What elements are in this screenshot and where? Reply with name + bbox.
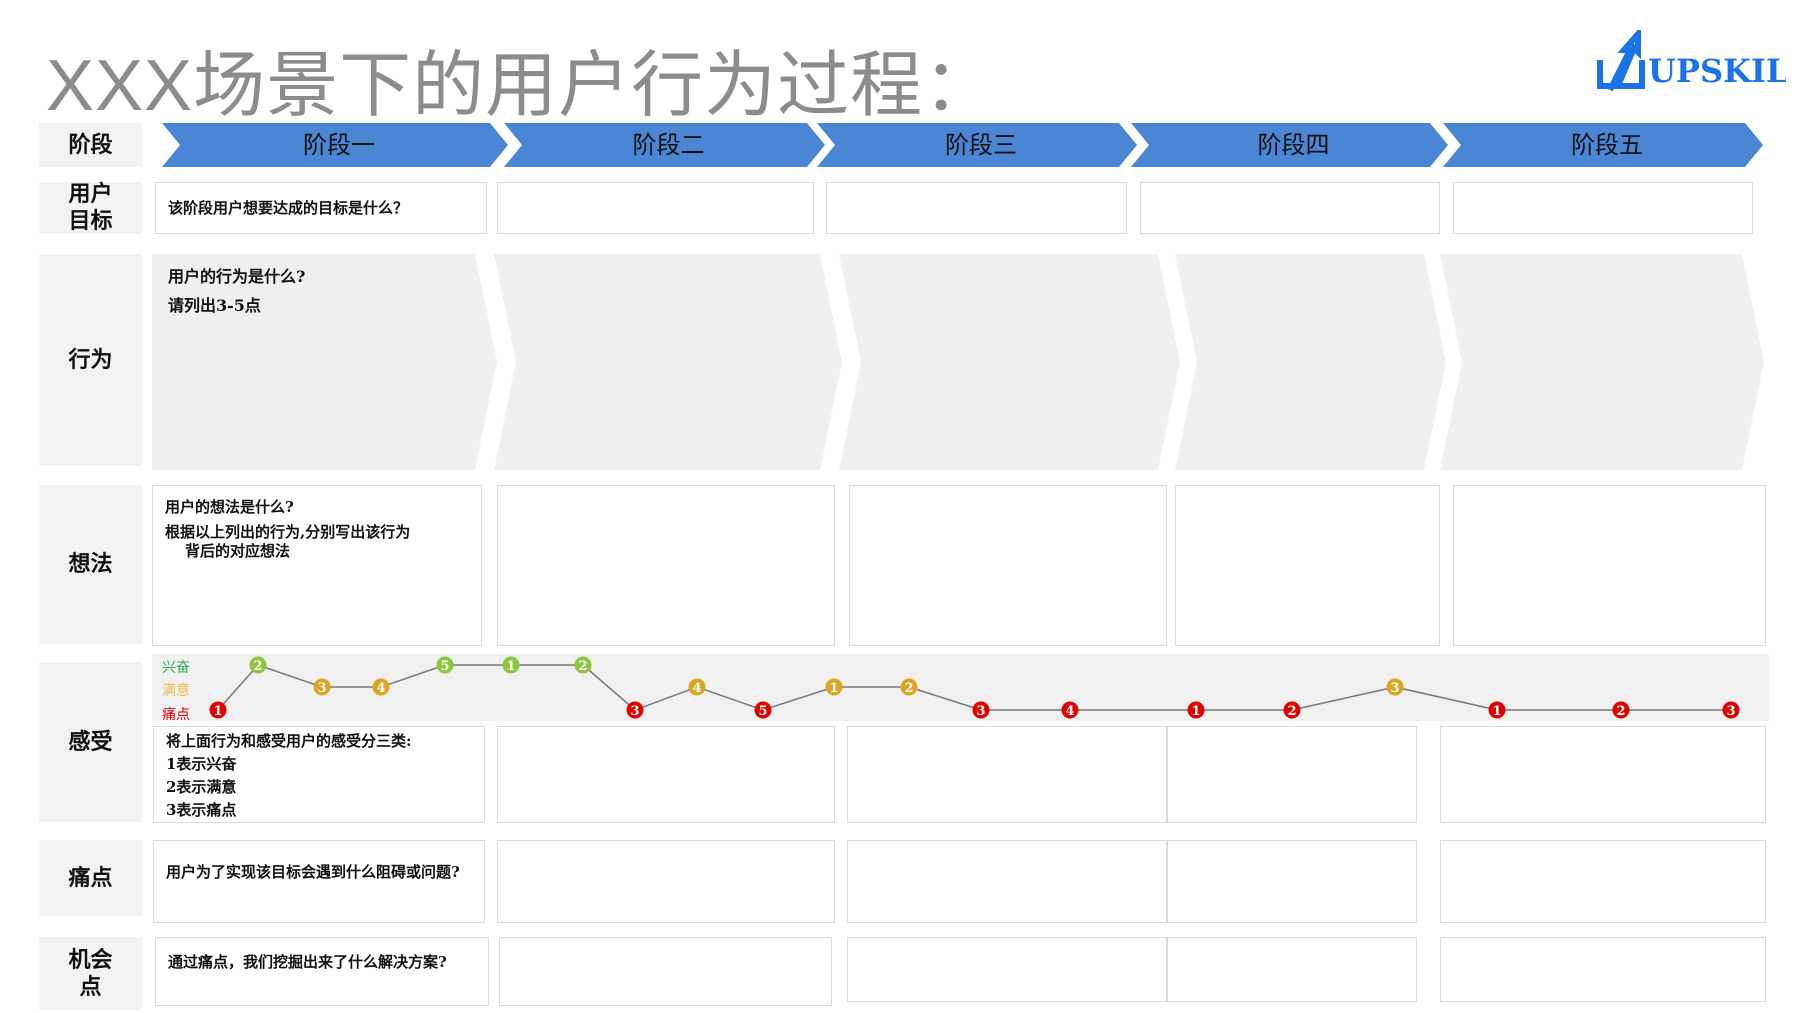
feelings-box-1[interactable]: 将上面行为和感受用户的感受分三类: 1表示兴奋 2表示满意 3表示痛点: [153, 726, 485, 823]
feelings-box-2[interactable]: [497, 726, 835, 823]
feeling-point-label: 1: [1492, 704, 1501, 719]
behavior-chevrons: [152, 254, 1764, 470]
goal-box-3[interactable]: [826, 182, 1127, 234]
behavior-area-3[interactable]: [839, 254, 1180, 470]
feeling-point-label: 2: [1287, 704, 1296, 719]
goal-prompt: 该阶段用户想要达成的目标是什么？: [168, 199, 409, 217]
behavior-area-4[interactable]: [1175, 254, 1446, 470]
behavior-prompt: 用户的行为是什么? 请列出3-5点: [168, 262, 305, 320]
legend-pain: 痛点: [162, 706, 190, 723]
legend-excited: 兴奋: [162, 660, 190, 676]
feeling-point-label: 1: [829, 681, 838, 696]
feelings-box-4[interactable]: [1167, 726, 1417, 823]
thoughts-box-4[interactable]: [1175, 485, 1440, 646]
pain-prompt: 用户为了实现该目标会遇到什么阻碍或问题?: [166, 863, 460, 881]
behavior-area-2[interactable]: [494, 254, 842, 470]
pain-box-2[interactable]: [497, 840, 835, 923]
thoughts-line2: 根据以上列出的行为,分别写出该行为: [165, 523, 411, 541]
feeling-point-label: 3: [317, 681, 326, 696]
stage-label-5: 阶段五: [1571, 131, 1643, 159]
feelings-line3: 2表示满意: [166, 778, 237, 796]
stage-label-1: 阶段一: [303, 131, 375, 159]
goal-box-4[interactable]: [1140, 182, 1440, 234]
goal-box-2[interactable]: [497, 182, 814, 234]
behavior-prompt-line2: 请列出3-5点: [168, 296, 261, 315]
opportunity-prompt: 通过痛点，我们挖掘出来了什么解决方案?: [168, 953, 447, 971]
feeling-point-label: 1: [1191, 704, 1200, 719]
thoughts-box-2[interactable]: [497, 485, 835, 646]
feelings-box-5[interactable]: [1440, 726, 1766, 823]
thoughts-line1: 用户的想法是什么?: [165, 498, 294, 516]
feelings-line1: 将上面行为和感受用户的感受分三类:: [166, 732, 412, 750]
feelings-line4: 3表示痛点: [166, 801, 237, 819]
feeling-point-label: 3: [630, 704, 639, 719]
opportunity-box-3[interactable]: [847, 937, 1167, 1002]
pain-box-4[interactable]: [1167, 840, 1417, 923]
feeling-curve-band: [152, 654, 1769, 721]
stage-label-2: 阶段二: [633, 131, 705, 159]
feelings-line2: 1表示兴奋: [166, 755, 237, 773]
opportunity-box-4[interactable]: [1167, 937, 1417, 1002]
legend-satisfied: 满意: [162, 682, 190, 699]
stage-chevrons: 阶段一 阶段二 阶段三 阶段四 阶段五: [162, 123, 1763, 167]
goal-box-1[interactable]: 该阶段用户想要达成的目标是什么？: [155, 182, 487, 234]
feeling-point-label: 1: [213, 704, 222, 719]
behavior-area-5[interactable]: [1440, 254, 1764, 470]
feeling-point-label: 2: [1616, 704, 1625, 719]
feeling-point-label: 5: [440, 659, 449, 674]
opportunity-box-2[interactable]: [499, 937, 832, 1006]
opportunity-box-1[interactable]: 通过痛点，我们挖掘出来了什么解决方案?: [155, 937, 489, 1006]
feeling-point-label: 3: [1726, 704, 1735, 719]
feeling-point-label: 3: [1390, 681, 1399, 696]
feelings-box-3[interactable]: [847, 726, 1167, 823]
feeling-point-label: 4: [1065, 704, 1074, 719]
feeling-point-label: 2: [253, 659, 262, 674]
feeling-point-label: 2: [578, 659, 587, 674]
feeling-point-label: 1: [506, 659, 515, 674]
stage-label-3: 阶段三: [945, 131, 1017, 159]
feeling-point-label: 5: [758, 704, 767, 719]
feeling-point-label: 4: [692, 681, 701, 696]
pain-box-3[interactable]: [847, 840, 1167, 923]
thoughts-box-3[interactable]: [849, 485, 1167, 646]
pain-box-5[interactable]: [1440, 840, 1766, 923]
behavior-prompt-line1: 用户的行为是什么?: [168, 267, 306, 286]
feeling-point-label: 4: [376, 681, 385, 696]
stage-label-4: 阶段四: [1258, 131, 1330, 159]
feeling-point-label: 3: [976, 704, 985, 719]
opportunity-box-5[interactable]: [1440, 937, 1766, 1002]
thoughts-box-1[interactable]: 用户的想法是什么? 根据以上列出的行为,分别写出该行为 背后的对应想法: [152, 485, 482, 646]
feeling-point-label: 2: [904, 681, 913, 696]
pain-box-1[interactable]: 用户为了实现该目标会遇到什么阻碍或问题?: [153, 840, 485, 923]
goal-box-5[interactable]: [1453, 182, 1753, 234]
thoughts-line3: 背后的对应想法: [185, 542, 291, 560]
thoughts-box-5[interactable]: [1453, 485, 1766, 646]
